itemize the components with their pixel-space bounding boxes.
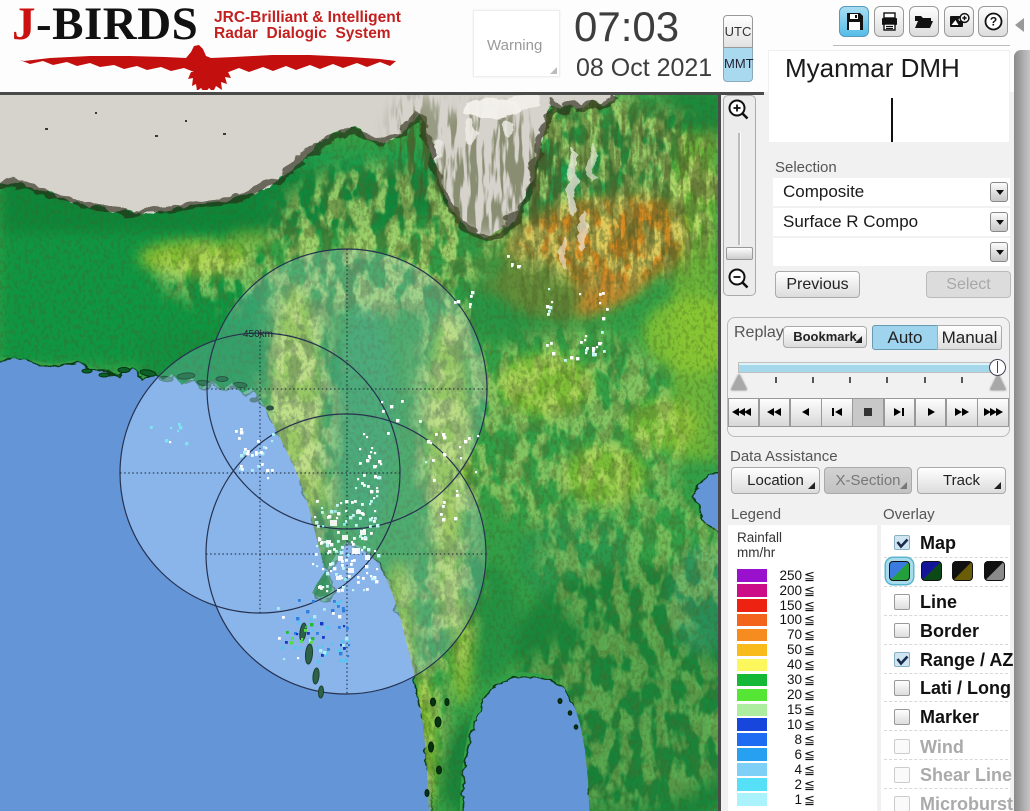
svg-text:450km: 450km bbox=[243, 329, 273, 340]
svg-text:?: ? bbox=[989, 15, 996, 29]
